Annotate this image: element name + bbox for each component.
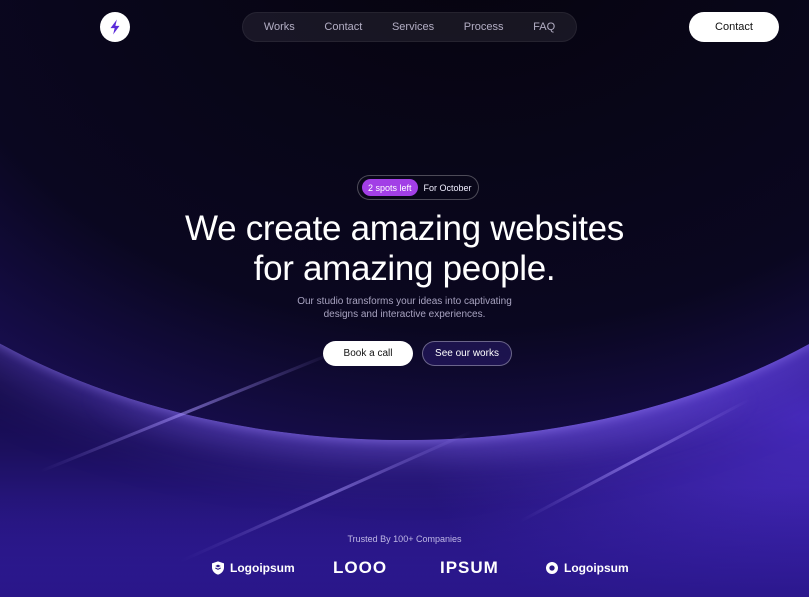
nav-link-process[interactable]: Process [464, 21, 504, 33]
shield-icon [212, 561, 224, 575]
lightning-bolt-icon [110, 19, 120, 35]
headline-line-1: We create amazing websites [185, 209, 624, 248]
trusted-companies: Trusted By 100+ Companies Logoipsum LOOO… [0, 534, 809, 577]
see-works-button[interactable]: See our works [422, 341, 512, 366]
nav-link-services[interactable]: Services [392, 21, 434, 33]
nav-link-faq[interactable]: FAQ [533, 21, 555, 33]
ring-icon [546, 562, 558, 574]
company-logo-2: LOOO [333, 558, 387, 578]
contact-button[interactable]: Contact [689, 12, 779, 42]
nav-link-contact[interactable]: Contact [324, 21, 362, 33]
trusted-label: Trusted By 100+ Companies [347, 534, 462, 544]
availability-badge: 2 spots left For October [357, 175, 479, 200]
company-name-4: Logoipsum [564, 561, 629, 575]
subtitle-line-2: designs and interactive experiences. [323, 309, 486, 320]
headline-line-2: for amazing people. [253, 249, 556, 288]
company-logo-3: IPSUM [440, 558, 499, 578]
company-logo-1: Logoipsum [210, 558, 295, 578]
spots-left-pill: 2 spots left [362, 179, 418, 196]
company-name-1: Logoipsum [230, 561, 295, 575]
badge-month-text: For October [423, 182, 472, 193]
hero-cta-row: Book a call See our works [0, 341, 809, 367]
subtitle-line-1: Our studio transforms your ideas into ca… [297, 296, 512, 307]
hero-headline: We create amazing websites for amazing p… [0, 209, 809, 289]
company-name-2: LOOO [333, 558, 388, 577]
main-nav: Works Contact Services Process FAQ [242, 12, 577, 42]
company-name-3: IPSUM [440, 558, 499, 577]
brand-logo[interactable] [100, 12, 130, 42]
book-call-button[interactable]: Book a call [323, 341, 413, 366]
company-logo-4: Logoipsum [544, 558, 629, 578]
hero-subtitle: Our studio transforms your ideas into ca… [0, 295, 809, 321]
nav-link-works[interactable]: Works [264, 21, 295, 33]
top-navigation-bar: Works Contact Services Process FAQ Conta… [0, 0, 809, 56]
company-logos: Logoipsum LOOO IPSUM Logoipsum [0, 558, 809, 578]
